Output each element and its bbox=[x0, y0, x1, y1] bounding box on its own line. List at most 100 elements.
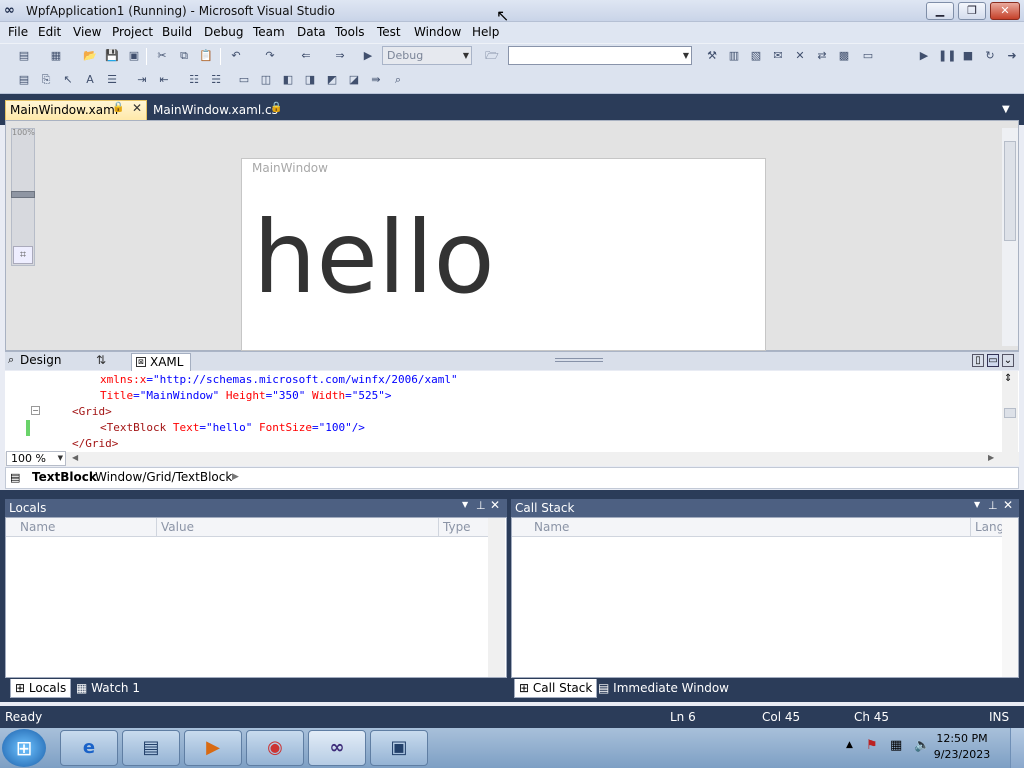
breadcrumb-path[interactable]: Window/Grid/TextBlock bbox=[95, 470, 232, 485]
find-combo[interactable]: ▼ bbox=[508, 46, 692, 65]
find-in-files-icon[interactable]: 🗁 bbox=[484, 48, 500, 64]
media-player-icon[interactable]: ▶ bbox=[184, 730, 242, 766]
tab-close-icon[interactable]: ✕ bbox=[132, 101, 142, 115]
add-item-icon[interactable]: ▦ bbox=[48, 48, 64, 64]
action-center-icon[interactable]: ⚑ bbox=[866, 738, 878, 753]
system-clock[interactable]: 12:50 PM 9/23/2023 bbox=[930, 731, 994, 763]
code-line[interactable]: Title="MainWindow" Height="350" Width="5… bbox=[100, 388, 391, 404]
code-scroll-thumb[interactable] bbox=[1004, 408, 1016, 418]
object-browser-icon[interactable]: ▧ bbox=[748, 48, 764, 64]
navigate-backward-icon[interactable]: ⇐ bbox=[298, 48, 314, 64]
split-editor-icon[interactable]: ⇕ bbox=[1004, 373, 1012, 384]
show-next-statement-icon[interactable]: ➜ bbox=[1004, 48, 1020, 64]
start-page-icon[interactable]: ⇄ bbox=[814, 48, 830, 64]
locals-col-value[interactable]: Value bbox=[156, 518, 438, 537]
next-document-bookmark-icon[interactable]: ⇛ bbox=[368, 72, 384, 88]
rectangle-icon[interactable]: ▭ bbox=[236, 72, 252, 88]
close-button[interactable]: ✕ bbox=[990, 2, 1020, 20]
next-bookmark-icon[interactable]: ◨ bbox=[302, 72, 318, 88]
show-desktop-button[interactable] bbox=[1010, 728, 1024, 768]
undo-icon[interactable]: ↶ bbox=[228, 48, 244, 64]
breadcrumb-element[interactable]: TextBlock bbox=[32, 470, 97, 485]
code-line[interactable]: </Grid> bbox=[72, 436, 118, 452]
breadcrumb-chevron-icon[interactable]: ▶ bbox=[232, 472, 239, 482]
internet-explorer-icon[interactable]: e bbox=[60, 730, 118, 766]
close-pane-icon[interactable]: ✕ bbox=[1003, 498, 1013, 512]
tab-immediate-window[interactable]: ▤ Immediate Window bbox=[598, 679, 729, 697]
copy-icon[interactable]: ⧉ bbox=[176, 48, 192, 64]
new-project-icon[interactable]: ▤ bbox=[16, 48, 32, 64]
menu-build[interactable]: Build bbox=[162, 24, 192, 41]
minimize-button[interactable]: ▁ bbox=[926, 2, 954, 20]
save-icon[interactable]: 💾 bbox=[104, 48, 120, 64]
locals-col-type[interactable]: Type bbox=[438, 518, 488, 537]
editor-zoom-select[interactable]: 100 % ▼ bbox=[6, 451, 66, 466]
toolbox-icon[interactable]: ✉ bbox=[770, 48, 786, 64]
prev-bookmark-folder-icon[interactable]: ◩ bbox=[324, 72, 340, 88]
code-line[interactable]: <TextBlock Text="hello" FontSize="100"/> bbox=[100, 420, 365, 436]
call-stack-panel[interactable] bbox=[511, 517, 1019, 678]
restore-button[interactable]: ❐ bbox=[958, 2, 986, 20]
menu-data[interactable]: Data bbox=[297, 24, 326, 41]
comment-icon[interactable]: ☷ bbox=[186, 72, 202, 88]
menu-edit[interactable]: Edit bbox=[38, 24, 61, 41]
save-all-icon[interactable]: ▣ bbox=[126, 48, 142, 64]
application-window-icon[interactable]: ▣ bbox=[370, 730, 428, 766]
menu-project[interactable]: Project bbox=[112, 24, 153, 41]
menu-debug[interactable]: Debug bbox=[204, 24, 243, 41]
chrome-icon[interactable]: ◉ bbox=[246, 730, 304, 766]
open-folder-icon[interactable]: 📂 bbox=[82, 48, 98, 64]
outdent-icon[interactable]: ⇤ bbox=[156, 72, 172, 88]
collapse-region-icon[interactable]: − bbox=[31, 406, 40, 415]
callstack-col-name[interactable]: Name bbox=[512, 518, 970, 537]
solution-explorer-icon[interactable]: ⚒ bbox=[704, 48, 720, 64]
code-line[interactable]: xmlns:x="http://schemas.microsoft.com/wi… bbox=[100, 372, 458, 388]
splitter-grip[interactable] bbox=[555, 358, 603, 362]
code-line[interactable]: <Grid> bbox=[72, 404, 112, 420]
menu-help[interactable]: Help bbox=[472, 24, 499, 41]
paste-icon[interactable]: 📋 bbox=[198, 48, 214, 64]
stop-debugging-icon[interactable]: ■ bbox=[960, 48, 976, 64]
continue-icon[interactable]: ▶ bbox=[916, 48, 932, 64]
start-button[interactable]: ⊞ bbox=[2, 729, 46, 767]
extension-manager-icon[interactable]: ✕ bbox=[792, 48, 808, 64]
collapse-pane-icon[interactable]: ⌄ bbox=[1002, 354, 1014, 367]
pin-icon[interactable]: ⊥ bbox=[988, 499, 998, 512]
horizontal-split-icon[interactable]: ▭ bbox=[987, 354, 999, 367]
swap-panes-button[interactable]: ⇅ bbox=[96, 353, 106, 368]
tab-design[interactable]: Design bbox=[20, 353, 61, 368]
bookmark-icon[interactable]: ◫ bbox=[258, 72, 274, 88]
fit-to-window-icon[interactable]: ⌗ bbox=[13, 246, 33, 264]
scroll-left-icon[interactable]: ◀ bbox=[72, 453, 78, 462]
code-horizontal-scrollbar[interactable] bbox=[5, 452, 1019, 466]
locals-panel[interactable] bbox=[5, 517, 507, 678]
visual-studio-icon[interactable]: ∞ bbox=[308, 730, 366, 766]
menu-view[interactable]: View bbox=[73, 24, 101, 41]
menu-file[interactable]: File bbox=[8, 24, 28, 41]
window-position-icon[interactable]: ▼ bbox=[974, 500, 980, 509]
team-explorer-icon[interactable]: ▩ bbox=[836, 48, 852, 64]
show-hidden-icons[interactable]: ▲ bbox=[846, 740, 853, 750]
pin-icon[interactable]: ⊥ bbox=[476, 499, 486, 512]
tab-locals[interactable]: ⊞ Locals bbox=[10, 679, 72, 698]
align-icon[interactable]: ⎘ bbox=[38, 72, 54, 88]
designer-scroll-thumb[interactable] bbox=[1004, 141, 1016, 241]
tab-dropdown-icon[interactable]: ▼ bbox=[1002, 104, 1010, 115]
start-debugging-icon[interactable]: ▶ bbox=[360, 48, 376, 64]
locals-col-name[interactable]: Name bbox=[6, 518, 156, 537]
zoom-slider-thumb[interactable] bbox=[11, 191, 35, 198]
next-bookmark-folder-icon[interactable]: ◪ bbox=[346, 72, 362, 88]
break-all-icon[interactable]: ❚❚ bbox=[938, 48, 956, 64]
select-element-icon[interactable]: ▤ bbox=[16, 72, 32, 88]
tab-call-stack[interactable]: ⊞ Call Stack bbox=[514, 679, 598, 698]
close-pane-icon[interactable]: ✕ bbox=[490, 498, 500, 512]
tab-watch-1[interactable]: ▦ Watch 1 bbox=[76, 679, 140, 697]
callstack-scrollbar[interactable] bbox=[1002, 518, 1018, 677]
scroll-right-icon[interactable]: ▶ bbox=[988, 453, 994, 462]
navigate-forward-icon[interactable]: ⇒ bbox=[332, 48, 348, 64]
clear-bookmarks-icon[interactable]: ⌕ bbox=[390, 72, 406, 88]
prev-bookmark-icon[interactable]: ◧ bbox=[280, 72, 296, 88]
preview-textblock[interactable]: hello bbox=[253, 198, 495, 318]
restart-icon[interactable]: ↻ bbox=[982, 48, 998, 64]
uncomment-icon[interactable]: ☵ bbox=[208, 72, 224, 88]
